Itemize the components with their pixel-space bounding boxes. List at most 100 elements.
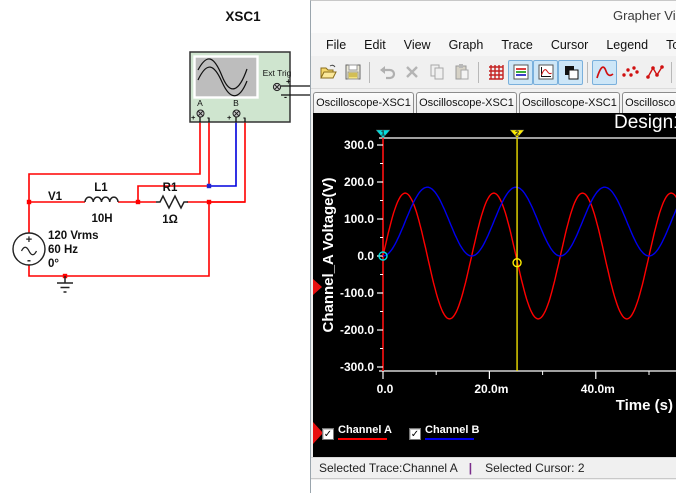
x-tick-label: 20.0m <box>474 382 508 396</box>
circuit-canvas: + - Ext Trig + - A + - B + - XSC1 V1 120… <box>12 9 310 293</box>
oscilloscope-xsc1[interactable]: Ext Trig + - A + - B + - <box>189 51 310 123</box>
inductor-l1[interactable] <box>84 196 119 203</box>
trace-line-style-icon <box>595 66 614 79</box>
graph-properties-button[interactable] <box>533 59 558 85</box>
channel-b-checkbox[interactable]: ✓ <box>409 428 421 440</box>
y-axis-label: Channel_A Voltage(V) <box>320 177 337 332</box>
y-tick-label: 200.0 <box>344 175 374 189</box>
window-footer-space <box>311 480 676 493</box>
trace-line-dot-style-icon <box>645 65 664 79</box>
paste-icon <box>455 64 468 80</box>
open-button[interactable] <box>315 60 340 85</box>
trace-legend: ✓ Channel A ✓ Channel B <box>322 424 479 440</box>
tab-oscilloscope-xsc1-1[interactable]: Oscilloscope-XSC1 <box>313 92 414 113</box>
channel-a-label[interactable]: Channel A <box>338 424 392 436</box>
trace-dot-style-icon <box>621 66 639 77</box>
x-axis-label: Time (s) <box>616 397 673 414</box>
black-white-view-icon <box>564 66 578 80</box>
menu-item-trace[interactable]: Trace <box>492 38 542 52</box>
menu-item-edit[interactable]: Edit <box>355 38 395 52</box>
menu-item-file[interactable]: File <box>317 38 355 52</box>
cursor-2-number: 2 <box>515 129 519 138</box>
copy-icon <box>430 64 443 80</box>
y-tick-label: 100.0 <box>344 212 374 226</box>
black-white-view-button[interactable] <box>558 59 583 85</box>
trace-line-style-button[interactable] <box>592 59 617 85</box>
title-bar[interactable]: Grapher View <box>311 1 676 33</box>
channel-b-label[interactable]: Channel B <box>425 424 479 436</box>
menu-item-cursor[interactable]: Cursor <box>542 38 598 52</box>
y-tick-label: 0.0 <box>357 249 374 263</box>
cursor-1-number: 1 <box>381 129 385 138</box>
grid-icon <box>488 65 504 80</box>
source-minus-mark: - <box>27 253 31 267</box>
menu-item-legend[interactable]: Legend <box>597 38 657 52</box>
status-selected-cursor: Selected Cursor: 2 <box>485 461 585 475</box>
legend-icon <box>513 64 528 80</box>
open-icon <box>319 64 337 79</box>
tab-oscilloscope-xsc1-2[interactable]: Oscilloscope-XSC1 <box>416 92 517 113</box>
trace-channel-a[interactable] <box>382 192 676 320</box>
inductor-value-label: 10H <box>91 213 112 225</box>
wire-scope-b-plus[interactable] <box>209 122 237 187</box>
terminal-b-label: B <box>233 98 239 108</box>
x-tick-label: 0.0 <box>377 382 394 396</box>
tab-oscilloscope-xsc1-4[interactable]: Oscilloscope-XSC1 <box>622 92 676 113</box>
status-selected-trace: Selected Trace:Channel A <box>319 461 458 475</box>
delete-button[interactable] <box>399 60 424 85</box>
scope-screen <box>193 55 259 99</box>
toolbar-separator <box>587 61 588 83</box>
undo-icon <box>379 66 395 80</box>
menu-item-tools[interactable]: Tools <box>657 38 676 52</box>
oscilloscope-ref-label: XSC1 <box>225 9 261 24</box>
delete-icon <box>405 66 418 78</box>
graph-properties-icon <box>538 64 553 80</box>
status-separator: | <box>468 461 473 475</box>
legend-item-channel-b: ✓ Channel B <box>409 424 479 440</box>
menu-item-graph[interactable]: Graph <box>440 38 493 52</box>
save-icon <box>345 64 360 80</box>
grid-button[interactable] <box>483 60 508 85</box>
tab-bar: Oscilloscope-XSC1 Oscilloscope-XSC1 Osci… <box>313 89 676 113</box>
trace-line-dot-style-button[interactable] <box>642 60 667 85</box>
plot-area: 300.0 200.0 100.0 0.0 -100.0 -200.0 -300.0 0.0 2… <box>313 113 676 457</box>
legend-toggle-button[interactable] <box>508 59 533 85</box>
plot-title: Design1 <box>614 113 676 133</box>
resistor-r1[interactable] <box>156 194 188 210</box>
source-plus-mark: + <box>26 234 32 246</box>
copy-button[interactable] <box>424 60 449 85</box>
window-title: Grapher View <box>613 8 676 23</box>
oscilloscope-chart: 300.0200.0100.00.0-100.0-200.0-300.00.0 2… <box>320 113 676 414</box>
toolbar-separator <box>369 61 370 83</box>
resistor-value-label: 1Ω <box>162 214 178 226</box>
source-v1[interactable]: + - <box>12 232 46 267</box>
ext-trig-minus: - <box>284 92 287 102</box>
channel-a-checkbox[interactable]: ✓ <box>322 428 334 440</box>
tab-oscilloscope-xsc1-3[interactable]: Oscilloscope-XSC1 <box>519 92 620 113</box>
menu-item-view[interactable]: View <box>395 38 440 52</box>
trace-dot-style-button[interactable] <box>617 60 642 85</box>
paste-button[interactable] <box>449 60 474 85</box>
ext-trig-plus: + <box>286 77 291 86</box>
active-page-arrow-icon <box>313 279 322 295</box>
toolbar-separator <box>478 61 479 83</box>
grapher-view-window: Grapher View File Edit View Graph Trace … <box>310 0 676 493</box>
legend-item-channel-a: ✓ Channel A <box>322 424 392 440</box>
source-value-line1: 120 Vrms <box>48 230 99 242</box>
ground-symbol[interactable] <box>57 276 73 293</box>
y-tick-label: 300.0 <box>344 138 374 152</box>
toolbar <box>311 56 676 89</box>
terminal-a-plus: + <box>191 113 196 122</box>
terminal-a-label: A <box>197 98 203 108</box>
status-bar: Selected Trace:Channel A | Selected Curs… <box>311 457 676 479</box>
wire-scope-b-minus[interactable] <box>209 122 246 203</box>
multisim-workspace: + - Ext Trig + - A + - B + - XSC1 V1 120… <box>0 0 676 493</box>
save-button[interactable] <box>340 60 365 85</box>
y-tick-label: -300.0 <box>340 360 374 374</box>
source-ref-label: V1 <box>48 191 63 203</box>
trace-channel-b[interactable] <box>382 186 676 257</box>
x-tick-label: 40.0m <box>581 382 615 396</box>
terminal-b-plus: + <box>227 113 232 122</box>
source-value-line2: 60 Hz <box>48 244 78 256</box>
undo-button[interactable] <box>374 60 399 85</box>
